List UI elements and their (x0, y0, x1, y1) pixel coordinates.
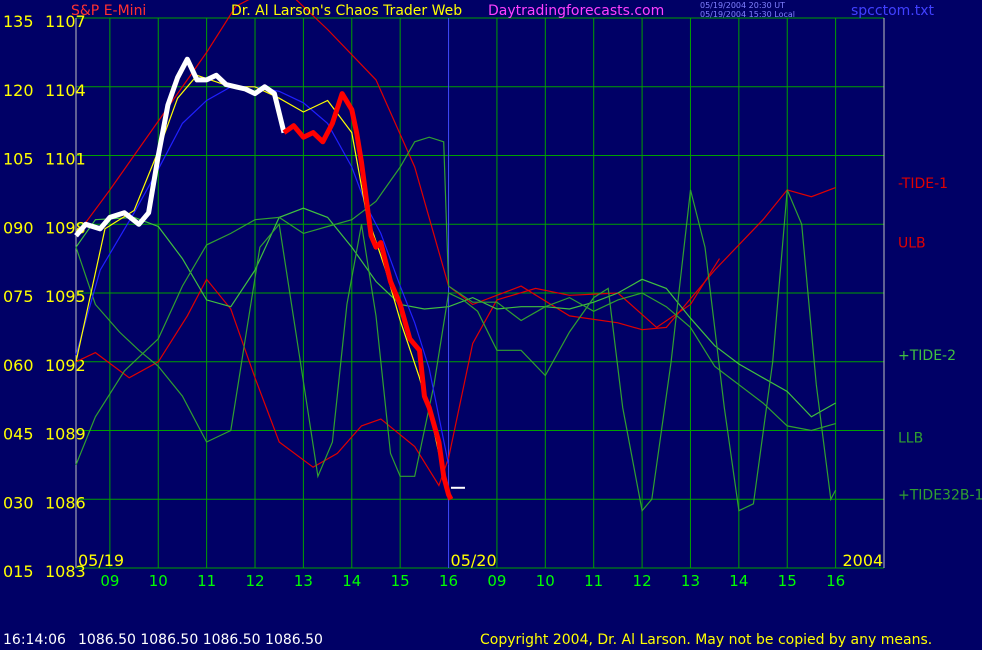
price-series-down (282, 91, 454, 501)
site-link[interactable]: Daytradingforecasts.com (488, 4, 664, 18)
y-tick-price: 1086 (45, 493, 86, 512)
x-tick-label: 14 (342, 572, 361, 590)
day-marker-label: 2004 (842, 551, 883, 570)
y-tick-osc: 135 (3, 12, 34, 31)
y-tick-price: 1104 (45, 81, 86, 100)
x-tick-label: 16 (826, 572, 845, 590)
x-tick-label: 15 (391, 572, 410, 590)
price-chart: 135 1107120 1104105 1101090 1098075 1095060 10… (3, 0, 982, 590)
x-tick-label: 12 (633, 572, 652, 590)
x-tick-label: 14 (729, 572, 748, 590)
quote-time: 16:14:06 (3, 632, 66, 648)
series-label: -TIDE-1 (898, 176, 948, 192)
x-tick-label: 13 (681, 572, 700, 590)
x-tick-label: 10 (536, 572, 555, 590)
instrument-label: S&P E-Mini (71, 3, 147, 19)
y-tick-osc: 045 (3, 425, 34, 444)
day-marker-label: 05/19 (78, 551, 124, 570)
x-tick-label: 09 (100, 572, 119, 590)
series-line--tide-1 (75, 0, 836, 331)
x-tick-label: 11 (197, 572, 216, 590)
y-tick-osc: 120 (3, 81, 34, 100)
data-file-label: spcctom.txt (851, 3, 934, 19)
x-tick-label: 15 (778, 572, 797, 590)
y-tick-price: 1092 (45, 356, 86, 375)
x-tick-label: 09 (487, 572, 506, 590)
chart-title: Dr. Al Larson's Chaos Trader Web (231, 3, 463, 19)
series-label: ULB (898, 236, 926, 252)
y-tick-osc: 030 (3, 493, 34, 512)
timestamp-ut: 05/19/2004 20:30 UT (700, 1, 785, 10)
x-tick-label: 16 (439, 572, 458, 590)
quote-values: 1086.50 1086.50 1086.50 1086.50 (78, 632, 323, 648)
y-tick-price: 1089 (45, 425, 86, 444)
day-marker-label: 05/20 (451, 551, 497, 570)
y-tick-osc: 075 (3, 287, 34, 306)
series-label: LLB (898, 430, 923, 446)
timestamp-local: 05/19/2004 15:30 Local (700, 10, 795, 19)
y-tick-osc: 015 (3, 562, 34, 581)
price-series-up (74, 56, 287, 238)
series-label: +TIDE32B-1 (898, 488, 982, 504)
y-tick-osc: 060 (3, 356, 34, 375)
x-tick-label: 10 (149, 572, 168, 590)
y-tick-price: 1101 (45, 150, 86, 169)
copyright-notice: Copyright 2004, Dr. Al Larson. May not b… (480, 632, 933, 648)
y-tick-osc: 105 (3, 150, 34, 169)
x-tick-label: 11 (584, 572, 603, 590)
y-tick-price: 1095 (45, 287, 86, 306)
x-tick-label: 12 (245, 572, 264, 590)
x-tick-label: 13 (294, 572, 313, 590)
series-label: +TIDE-2 (898, 348, 956, 364)
series-line-trend (75, 86, 450, 466)
series-line-llb (75, 136, 836, 466)
y-tick-osc: 090 (3, 218, 34, 237)
